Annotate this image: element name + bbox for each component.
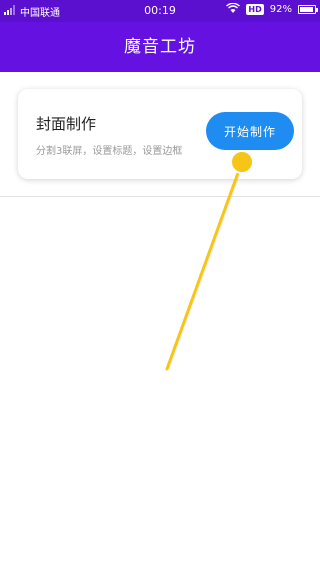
cover-making-card[interactable]: 封面制作 分割3联屏，设置标题，设置边框 开始制作 [18, 89, 302, 179]
app-title: 魔音工坊 [124, 37, 196, 57]
start-making-button[interactable]: 开始制作 [206, 112, 294, 150]
status-bar: 中国联通 00:19 HD 92% [0, 0, 320, 22]
tap-pointer-icon [165, 150, 254, 371]
card-subtitle: 分割3联屏，设置标题，设置边框 [36, 146, 183, 157]
divider [0, 196, 320, 197]
card-title: 封面制作 [36, 115, 97, 133]
hd-badge: HD [246, 4, 264, 15]
battery-percent: 92% [269, 4, 292, 15]
battery-icon [298, 5, 318, 14]
status-right: HD 92% [226, 2, 318, 16]
app-bar: 魔音工坊 [0, 22, 320, 72]
wifi-icon [226, 2, 241, 16]
